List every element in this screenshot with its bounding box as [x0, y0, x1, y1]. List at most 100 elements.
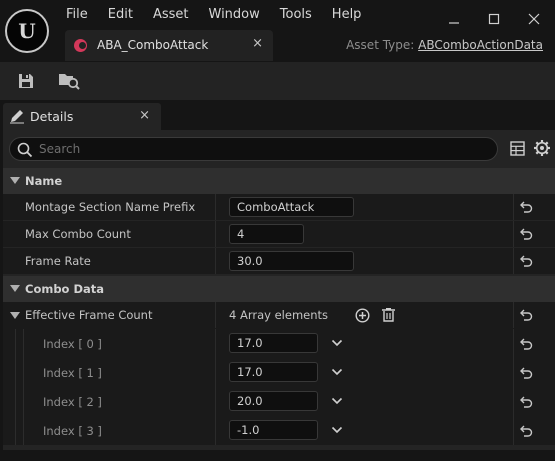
search-box[interactable] — [9, 137, 498, 161]
menu-tools[interactable]: Tools — [270, 6, 322, 24]
trash-icon[interactable] — [381, 307, 396, 323]
tree-guide — [15, 387, 16, 416]
column-divider[interactable] — [215, 248, 216, 274]
expand-arrow-icon[interactable] — [10, 312, 20, 319]
menu-help[interactable]: Help — [322, 6, 372, 24]
reset-to-default-icon[interactable] — [519, 366, 533, 380]
browse-folder-icon — [59, 74, 80, 90]
property-row: Frame Rate 30.0 — [3, 248, 555, 274]
menu-edit[interactable]: Edit — [98, 6, 143, 24]
array-property-row: Effective Frame Count 4 Array elements — [3, 302, 555, 329]
asset-type: Asset Type: ABComboActionData — [346, 38, 543, 52]
column-divider — [513, 387, 514, 416]
tree-guide — [15, 416, 16, 445]
array-element-value-field[interactable]: -1.0 — [229, 420, 318, 440]
column-divider[interactable] — [215, 387, 216, 416]
column-divider[interactable] — [215, 416, 216, 445]
logo-glyph: U — [18, 19, 36, 43]
array-element-value-field[interactable]: 20.0 — [229, 391, 318, 411]
frame-rate-field[interactable]: 30.0 — [229, 251, 354, 271]
reset-to-default-icon[interactable] — [519, 337, 533, 351]
search-icon — [17, 142, 33, 158]
close-icon — [528, 13, 540, 25]
document-tab[interactable]: ABA_ComboAttack × — [65, 30, 273, 61]
tree-guide — [23, 358, 24, 387]
array-element-value-field[interactable]: 17.0 — [229, 333, 318, 353]
column-divider[interactable] — [215, 194, 216, 220]
minimize-button[interactable] — [437, 6, 471, 32]
tree-guide — [23, 387, 24, 416]
maximize-button[interactable] — [477, 6, 511, 32]
maximize-icon — [488, 13, 500, 25]
array-element-row: Index [ 2 ] 20.0 — [3, 387, 555, 416]
column-divider — [513, 416, 514, 445]
collapse-arrow-icon[interactable] — [10, 177, 20, 184]
asset-type-label: Asset Type: — [346, 38, 415, 52]
montage-prefix-field[interactable]: ComboAttack — [229, 197, 354, 217]
category-label: Name — [25, 174, 63, 188]
property-label: Montage Section Name Prefix — [25, 200, 196, 214]
save-button[interactable] — [13, 69, 39, 93]
array-index-label: Index [ 0 ] — [43, 337, 102, 351]
property-row: Montage Section Name Prefix ComboAttack — [3, 194, 555, 220]
array-element-count: 4 Array elements — [229, 308, 329, 322]
column-divider — [513, 221, 514, 247]
array-element-value-field[interactable]: 17.0 — [229, 362, 318, 382]
property-label: Frame Rate — [25, 254, 91, 268]
column-divider[interactable] — [215, 221, 216, 247]
tree-guide — [15, 358, 16, 387]
reset-to-default-icon[interactable] — [519, 308, 533, 322]
tree-guide — [15, 329, 16, 358]
category-label: Combo Data — [25, 282, 105, 296]
tree-guide — [23, 416, 24, 445]
column-divider — [513, 302, 514, 328]
array-element-row: Index [ 0 ] 17.0 — [3, 329, 555, 358]
category-combo-data[interactable]: Combo Data — [3, 276, 555, 302]
menu-window[interactable]: Window — [199, 6, 270, 24]
reset-to-default-icon[interactable] — [519, 424, 533, 438]
pencil-icon — [10, 110, 24, 124]
menu-bar: File Edit Asset Window Tools Help — [56, 6, 371, 24]
details-tab-close-icon[interactable]: × — [139, 108, 150, 123]
array-index-label: Index [ 3 ] — [43, 424, 102, 438]
gear-icon[interactable] — [533, 139, 551, 157]
property-label: Max Combo Count — [25, 227, 131, 241]
column-divider[interactable] — [215, 302, 216, 328]
column-divider — [513, 194, 514, 220]
asset-type-link[interactable]: ABComboActionData — [418, 38, 543, 52]
document-tab-close-icon[interactable]: × — [252, 36, 263, 51]
property-label: Effective Frame Count — [25, 308, 153, 322]
minimize-icon — [449, 22, 459, 24]
array-element-row: Index [ 1 ] 17.0 — [3, 358, 555, 387]
collapse-arrow-icon[interactable] — [10, 285, 20, 292]
unreal-logo[interactable]: U — [5, 9, 49, 53]
max-combo-count-field[interactable]: 4 — [229, 224, 304, 244]
column-divider[interactable] — [215, 329, 216, 358]
table-view-icon[interactable] — [510, 141, 525, 156]
reset-to-default-icon[interactable] — [519, 254, 533, 268]
chevron-down-icon[interactable] — [331, 367, 343, 377]
document-tab-label: ABA_ComboAttack — [97, 38, 209, 52]
search-input[interactable] — [39, 140, 479, 158]
chevron-down-icon[interactable] — [331, 396, 343, 406]
details-tab[interactable]: Details × — [3, 103, 161, 130]
chevron-down-icon[interactable] — [331, 425, 343, 435]
browse-button[interactable] — [56, 69, 82, 93]
column-divider — [513, 248, 514, 274]
array-element-row: Index [ 3 ] -1.0 — [3, 416, 555, 445]
category-name[interactable]: Name — [3, 168, 555, 194]
data-asset-icon — [74, 39, 87, 52]
reset-to-default-icon[interactable] — [519, 395, 533, 409]
tree-guide — [23, 329, 24, 358]
menu-file[interactable]: File — [56, 6, 98, 24]
property-row: Max Combo Count 4 — [3, 221, 555, 247]
add-element-icon[interactable] — [355, 308, 370, 323]
title-bar: U File Edit Asset Window Tools Help ABA_… — [0, 0, 555, 62]
menu-asset[interactable]: Asset — [143, 6, 199, 24]
column-divider[interactable] — [215, 358, 216, 387]
close-window-button[interactable] — [517, 6, 551, 32]
reset-to-default-icon[interactable] — [519, 200, 533, 214]
chevron-down-icon[interactable] — [331, 338, 343, 348]
column-divider — [513, 329, 514, 358]
reset-to-default-icon[interactable] — [519, 227, 533, 241]
